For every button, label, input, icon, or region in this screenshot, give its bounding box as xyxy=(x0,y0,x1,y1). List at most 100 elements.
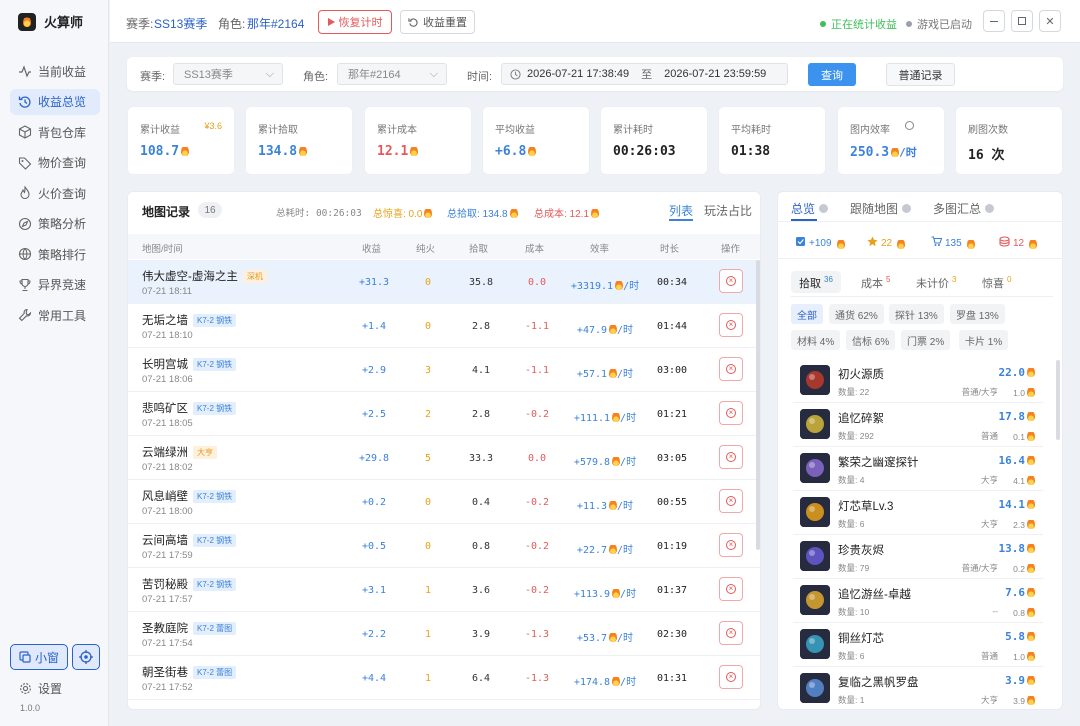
tab-play-ratio[interactable]: 玩法占比 xyxy=(704,202,752,219)
filter-bar: 赛季: SS13赛季 ⌵ 角色: 那年#2164 ⌵ 时间: 2026-07-2… xyxy=(127,57,1063,91)
efficiency-value: +47.9 xyxy=(576,325,608,336)
sidebar-item-4[interactable]: 火价查询 xyxy=(10,180,100,206)
table-row[interactable]: 风息峭壁 K7-2 钢铁 07-21 18:00 +0.2 0 0.4 -0.2 +11.3/… xyxy=(128,480,760,524)
filter-chip[interactable]: 卡片 1% xyxy=(959,330,1009,350)
filter-chip[interactable]: 罗盘 13% xyxy=(950,304,1005,324)
cell-duration: 01:31 xyxy=(656,673,688,684)
item-subtabs: 拾取 36 成本 5 未计价 3 惊喜 0 xyxy=(791,269,1053,297)
tab-follow-map[interactable]: 跟随地图 xyxy=(850,200,912,217)
cell-efficiency: +47.9/时 xyxy=(560,321,650,336)
sidebar-item-3[interactable]: 物价查询 xyxy=(10,150,100,176)
cell-pure: 0 xyxy=(424,497,432,508)
tab-list[interactable]: 列表 xyxy=(669,202,693,219)
item-row[interactable]: 繁荣之幽邃探针 数量: 4 16.4 大亨 4.1 xyxy=(793,448,1043,491)
stats-status-text: 正在统计收益 xyxy=(831,19,897,31)
table-row[interactable]: 长明宫城 K7-2 钢铁 07-21 18:06 +2.9 3 4.1 -1.1 +57.1/… xyxy=(128,348,760,392)
sidebar-item-1[interactable]: 收益总览 xyxy=(10,88,100,115)
item-row[interactable]: 初火源质 数量: 22 22.0 普通/大亨 1.0 xyxy=(793,360,1043,403)
stat-card: 刷图次数 16 次 xyxy=(955,106,1063,175)
table-row[interactable]: 苦罚秘殿 K7-2 钢铁 07-21 17:57 +3.1 1 3.6 -0.2 +113.9… xyxy=(128,568,760,612)
flame-icon xyxy=(1027,366,1035,377)
cell-pure: 1 xyxy=(424,585,432,596)
filter-chip[interactable]: 探针 13% xyxy=(889,304,944,324)
filter-chip[interactable]: 信标 6% xyxy=(846,330,896,350)
item-row[interactable]: 珍贵灰烬 数量: 79 13.8 普通/大亨 0.2 xyxy=(793,536,1043,579)
table-scrollbar[interactable] xyxy=(756,260,760,550)
subtab-3[interactable]: 惊喜 0 xyxy=(974,271,1019,293)
delete-record-button[interactable]: × xyxy=(719,357,743,381)
season-select[interactable]: SS13赛季 ⌵ xyxy=(173,63,283,85)
sidebar-item-5[interactable]: 策略分析 xyxy=(10,211,100,237)
sidebar-item-7[interactable]: 异界竞速 xyxy=(10,272,100,298)
delete-record-button[interactable]: × xyxy=(719,269,743,293)
locate-button[interactable] xyxy=(72,644,100,670)
sidebar-item-8[interactable]: 常用工具 xyxy=(10,302,100,328)
map-time: 07-21 18:05 xyxy=(142,418,193,429)
table-row[interactable]: 朝圣街巷 K7-2 蕾图 07-21 17:52 +4.4 1 6.4 -1.3 +174.8… xyxy=(128,656,760,700)
table-row[interactable]: 悲鸣矿区 K7-2 钢铁 07-21 18:05 +2.5 2 2.8 -0.2 +111.1… xyxy=(128,392,760,436)
close-button[interactable]: ✕ xyxy=(1039,10,1061,32)
tab-multi-map[interactable]: 多图汇总 xyxy=(933,200,995,217)
map-tag-badge: K7-2 钢铁 xyxy=(193,577,237,591)
minimize-button[interactable] xyxy=(983,10,1005,32)
item-row[interactable]: 复临之黑帆罗盘 数量: 1 3.9 大亨 3.9 xyxy=(793,668,1043,709)
item-row[interactable]: 灯芯草Lv.3 数量: 6 14.1 大亨 2.3 xyxy=(793,492,1043,535)
item-row[interactable]: 铜丝灯芯 数量: 6 5.8 普通 1.0 xyxy=(793,624,1043,667)
filter-chip[interactable]: 门票 2% xyxy=(901,330,951,350)
cell-pick: 2.8 xyxy=(471,321,491,332)
delete-record-button[interactable]: × xyxy=(719,533,743,557)
item-unit-price: 1.0 xyxy=(1013,650,1035,662)
settings-link[interactable]: 设置 xyxy=(19,680,62,697)
item-row[interactable]: 追忆游丝-卓越 数量: 10 7.6 -- 0.8 xyxy=(793,580,1043,623)
flame-icon xyxy=(1029,237,1038,249)
table-row[interactable]: 云间高墙 K7-2 钢铁 07-21 17:59 +0.5 0 0.8 -0.2 +22.7/… xyxy=(128,524,760,568)
delete-record-button[interactable]: × xyxy=(719,489,743,513)
filter-season-label: 赛季: xyxy=(140,71,166,83)
date-range-picker[interactable]: 2026-07-21 17:38:49 至 2026-07-21 23:59:5… xyxy=(501,63,788,85)
table-row[interactable]: 伟大虚空-虚海之主 深机 07-21 18:11 +31.3 0 35.8 0.0 +3319… xyxy=(128,260,760,304)
table-row[interactable]: 无垢之墙 K7-2 钢铁 07-21 18:10 +1.4 0 2.8 -1.1 +47.9/… xyxy=(128,304,760,348)
subtab-2[interactable]: 未计价 3 xyxy=(908,271,964,293)
delete-record-button[interactable]: × xyxy=(719,401,743,425)
item-type: 普通 xyxy=(980,431,998,441)
efficiency-unit: /时 xyxy=(620,677,637,688)
item-row[interactable]: 追忆碎絮 数量: 292 17.8 普通 0.1 xyxy=(793,404,1043,447)
query-button[interactable]: 查询 xyxy=(808,63,856,86)
refresh-icon xyxy=(408,17,418,27)
filter-chip[interactable]: 全部 xyxy=(791,304,823,324)
reset-earnings-button[interactable]: 收益重置 xyxy=(400,10,475,34)
col-action: 操作 xyxy=(721,244,741,255)
tab-overview[interactable]: 总览 xyxy=(791,200,829,217)
sidebar-item-6[interactable]: 策略排行 xyxy=(10,241,100,267)
item-list-scrollbar[interactable] xyxy=(1056,360,1060,440)
flame-icon xyxy=(1027,694,1035,705)
stat-card-value: +6.8 xyxy=(495,144,537,159)
filter-chip[interactable]: 材料 4% xyxy=(791,330,841,350)
subtab-1[interactable]: 成本 5 xyxy=(853,271,898,293)
role-select[interactable]: 那年#2164 ⌵ xyxy=(337,63,447,85)
subtab-0[interactable]: 拾取 36 xyxy=(791,271,841,293)
col-pure-fire: 纯火 xyxy=(416,244,436,255)
filter-chip[interactable]: 通货 62% xyxy=(829,304,884,324)
coin-icon xyxy=(999,236,1010,250)
flame-icon xyxy=(609,499,618,510)
normal-records-button[interactable]: 普通记录 xyxy=(886,63,955,86)
table-row[interactable]: 云端绿洲 大亨 07-21 18:02 +29.8 5 33.3 0.0 +579.8/时 03… xyxy=(128,436,760,480)
help-icon xyxy=(985,204,995,213)
delete-record-button[interactable]: × xyxy=(719,577,743,601)
sidebar-item-2[interactable]: 背包仓库 xyxy=(10,119,100,145)
delete-record-button[interactable]: × xyxy=(719,313,743,337)
delete-record-button[interactable]: × xyxy=(719,665,743,689)
cell-duration: 01:37 xyxy=(656,585,688,596)
cell-duration: 00:55 xyxy=(656,497,688,508)
table-row[interactable]: 圣教庭院 K7-2 蕾图 07-21 17:54 +2.2 1 3.9 -1.3 +53.7/… xyxy=(128,612,760,656)
delete-record-button[interactable]: × xyxy=(719,445,743,469)
resume-timer-button[interactable]: 恢复计时 xyxy=(318,10,392,34)
mini-window-button[interactable]: 小窗 xyxy=(10,644,68,670)
delete-record-button[interactable]: × xyxy=(719,621,743,645)
cell-pick: 2.8 xyxy=(471,409,491,420)
sidebar-item-0[interactable]: 当前收益 xyxy=(10,58,100,84)
maximize-button[interactable] xyxy=(1011,10,1033,32)
stat-card: 累计收益 ¥3.6 108.7 xyxy=(127,106,235,175)
flame-icon xyxy=(509,207,518,218)
